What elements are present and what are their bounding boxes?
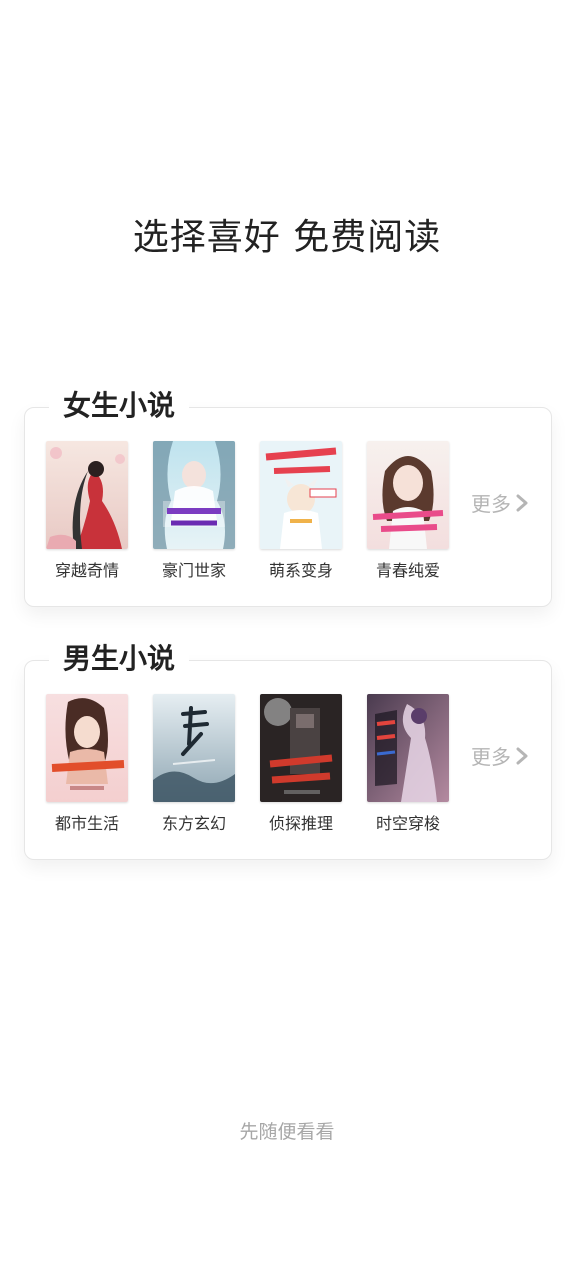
female-section-title: 女生小说 bbox=[49, 386, 190, 426]
book-category-xuanhuan[interactable]: 东方玄幻 bbox=[153, 694, 235, 834]
book-cover-mengxi bbox=[260, 441, 342, 549]
female-book-list: 穿越奇情 豪门世家 萌系变身 青春纯爱 bbox=[46, 441, 449, 581]
book-category-label: 东方玄幻 bbox=[161, 814, 226, 833]
book-category-label: 时空穿梭 bbox=[375, 814, 440, 833]
chevron-right-icon bbox=[516, 494, 528, 511]
more-label: 更多 bbox=[471, 492, 511, 516]
book-category-label: 穿越奇情 bbox=[54, 561, 119, 580]
book-cover-chuanyue bbox=[46, 441, 128, 549]
book-category-haomen[interactable]: 豪门世家 bbox=[153, 441, 235, 581]
book-category-chuanyue[interactable]: 穿越奇情 bbox=[46, 441, 128, 581]
male-section-title: 男生小说 bbox=[49, 639, 190, 679]
book-cover-haomen bbox=[153, 441, 235, 549]
female-novels-card: 女生小说 穿越奇情 豪门世家 萌系变身 青春纯爱 更多 bbox=[24, 386, 552, 607]
book-category-label: 青春纯爱 bbox=[375, 561, 440, 580]
book-category-shikong[interactable]: 时空穿梭 bbox=[367, 694, 449, 834]
book-cover-xuanhuan bbox=[153, 694, 235, 802]
skip-browse-link[interactable]: 先随便看看 bbox=[0, 1117, 574, 1144]
book-category-label: 萌系变身 bbox=[268, 561, 333, 580]
book-category-qingchun[interactable]: 青春纯爱 bbox=[367, 441, 449, 581]
female-more-button[interactable]: 更多 bbox=[471, 488, 529, 517]
book-category-dushi[interactable]: 都市生活 bbox=[46, 694, 128, 834]
book-category-label: 侦探推理 bbox=[268, 814, 333, 833]
book-category-label: 豪门世家 bbox=[161, 561, 226, 580]
book-cover-zhentan bbox=[260, 694, 342, 802]
book-cover-qingchun bbox=[367, 441, 449, 549]
more-label: 更多 bbox=[471, 745, 511, 769]
male-novels-card: 男生小说 都市生活 东方玄幻 侦探推理 时空穿梭 更多 bbox=[24, 639, 552, 860]
male-more-button[interactable]: 更多 bbox=[471, 741, 529, 770]
book-category-mengxi[interactable]: 萌系变身 bbox=[260, 441, 342, 581]
page-headline: 选择喜好 免费阅读 bbox=[132, 217, 442, 258]
chevron-right-icon bbox=[516, 747, 528, 764]
book-category-label: 都市生活 bbox=[54, 814, 119, 833]
book-cover-dushi bbox=[46, 694, 128, 802]
book-cover-shikong bbox=[367, 694, 449, 802]
book-category-zhentan[interactable]: 侦探推理 bbox=[260, 694, 342, 834]
male-book-list: 都市生活 东方玄幻 侦探推理 时空穿梭 bbox=[46, 694, 449, 834]
